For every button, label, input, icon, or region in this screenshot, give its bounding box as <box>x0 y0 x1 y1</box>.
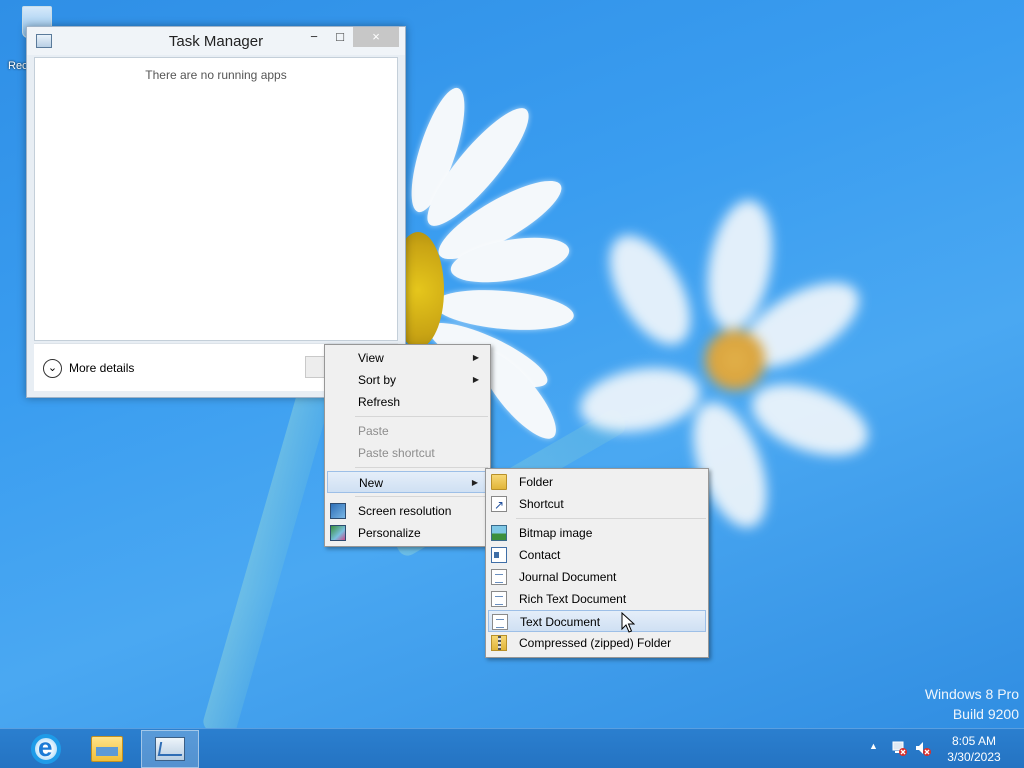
new-item-shortcut[interactable]: Shortcut <box>488 493 706 516</box>
submenu-arrow-icon: ▶ <box>472 375 479 384</box>
network-error-icon[interactable] <box>891 740 907 756</box>
clock-time: 8:05 AM <box>951 734 997 748</box>
new-item-folder[interactable]: Folder <box>488 471 706 493</box>
new-submenu: Folder Shortcut Bitmap image Contact Jou… <box>485 468 709 658</box>
text-document-icon <box>492 614 508 630</box>
taskbar-file-explorer[interactable] <box>78 730 136 768</box>
watermark-build: Build 9200 <box>952 706 1019 722</box>
menu-item-new[interactable]: New ▶ <box>327 471 488 493</box>
watermark-edition: Windows 8 Pro <box>924 686 1019 702</box>
menu-separator <box>355 496 488 497</box>
monitor-icon <box>330 503 346 519</box>
no-running-apps-message: There are no running apps <box>145 68 287 82</box>
zip-folder-icon <box>491 635 507 651</box>
bitmap-icon <box>491 525 507 541</box>
submenu-arrow-icon: ▶ <box>472 353 479 362</box>
menu-item-screen-resolution[interactable]: Screen resolution <box>327 500 488 522</box>
file-explorer-icon <box>91 736 123 762</box>
new-item-bitmap-image[interactable]: Bitmap image <box>488 522 706 544</box>
wallpaper-stem <box>201 382 333 738</box>
show-hidden-icons-button[interactable]: ▲ <box>869 741 878 751</box>
menu-separator <box>355 467 488 468</box>
menu-separator <box>516 518 706 519</box>
task-manager-window: Task Manager − □ × There are no running … <box>26 26 406 398</box>
rich-text-document-icon <box>491 591 507 607</box>
internet-explorer-icon <box>31 732 61 764</box>
task-manager-icon <box>155 737 185 761</box>
personalize-icon <box>330 525 346 541</box>
windows-watermark: Windows 8 Pro Build 9200 <box>925 684 1019 724</box>
shortcut-icon <box>491 494 507 516</box>
menu-item-sort-by[interactable]: Sort by ▶ <box>327 369 488 391</box>
more-details-button[interactable]: ⌄ More details <box>43 357 134 379</box>
submenu-arrow-icon: ▶ <box>471 478 478 487</box>
desktop-context-menu: View ▶ Sort by ▶ Refresh Paste Paste sho… <box>324 344 491 547</box>
taskbar-task-manager[interactable] <box>141 730 199 768</box>
more-details-label: More details <box>69 361 135 375</box>
new-item-text-document[interactable]: Text Document <box>488 610 706 632</box>
task-manager-titlebar[interactable]: Task Manager − □ × <box>27 27 405 55</box>
new-item-journal-document[interactable]: Journal Document <box>488 566 706 588</box>
recycle-bin-label[interactable]: Rec <box>8 60 28 72</box>
menu-item-view[interactable]: View ▶ <box>327 347 488 369</box>
volume-muted-icon[interactable] <box>915 740 931 756</box>
menu-separator <box>355 416 488 417</box>
menu-item-refresh[interactable]: Refresh <box>327 391 488 413</box>
taskbar-internet-explorer[interactable] <box>17 730 75 768</box>
new-item-rich-text-document[interactable]: Rich Text Document <box>488 588 706 610</box>
contact-icon <box>491 547 507 563</box>
close-button[interactable]: × <box>353 27 399 47</box>
minimize-button[interactable]: − <box>303 27 325 47</box>
menu-item-paste-shortcut[interactable]: Paste shortcut <box>327 442 488 464</box>
new-item-compressed-folder[interactable]: Compressed (zipped) Folder <box>488 632 706 654</box>
clock-date: 3/30/2023 <box>947 750 1001 764</box>
chevron-down-icon: ⌄ <box>43 358 62 378</box>
task-manager-app-list: There are no running apps <box>34 57 398 341</box>
system-clock[interactable]: 8:05 AM 3/30/2023 <box>938 733 1010 765</box>
maximize-button[interactable]: □ <box>329 27 351 47</box>
menu-item-paste[interactable]: Paste <box>327 420 488 442</box>
menu-item-personalize[interactable]: Personalize <box>327 522 488 544</box>
new-item-contact[interactable]: Contact <box>488 544 706 566</box>
folder-icon <box>491 474 507 490</box>
mouse-cursor-icon <box>621 612 635 633</box>
journal-document-icon <box>491 569 507 585</box>
